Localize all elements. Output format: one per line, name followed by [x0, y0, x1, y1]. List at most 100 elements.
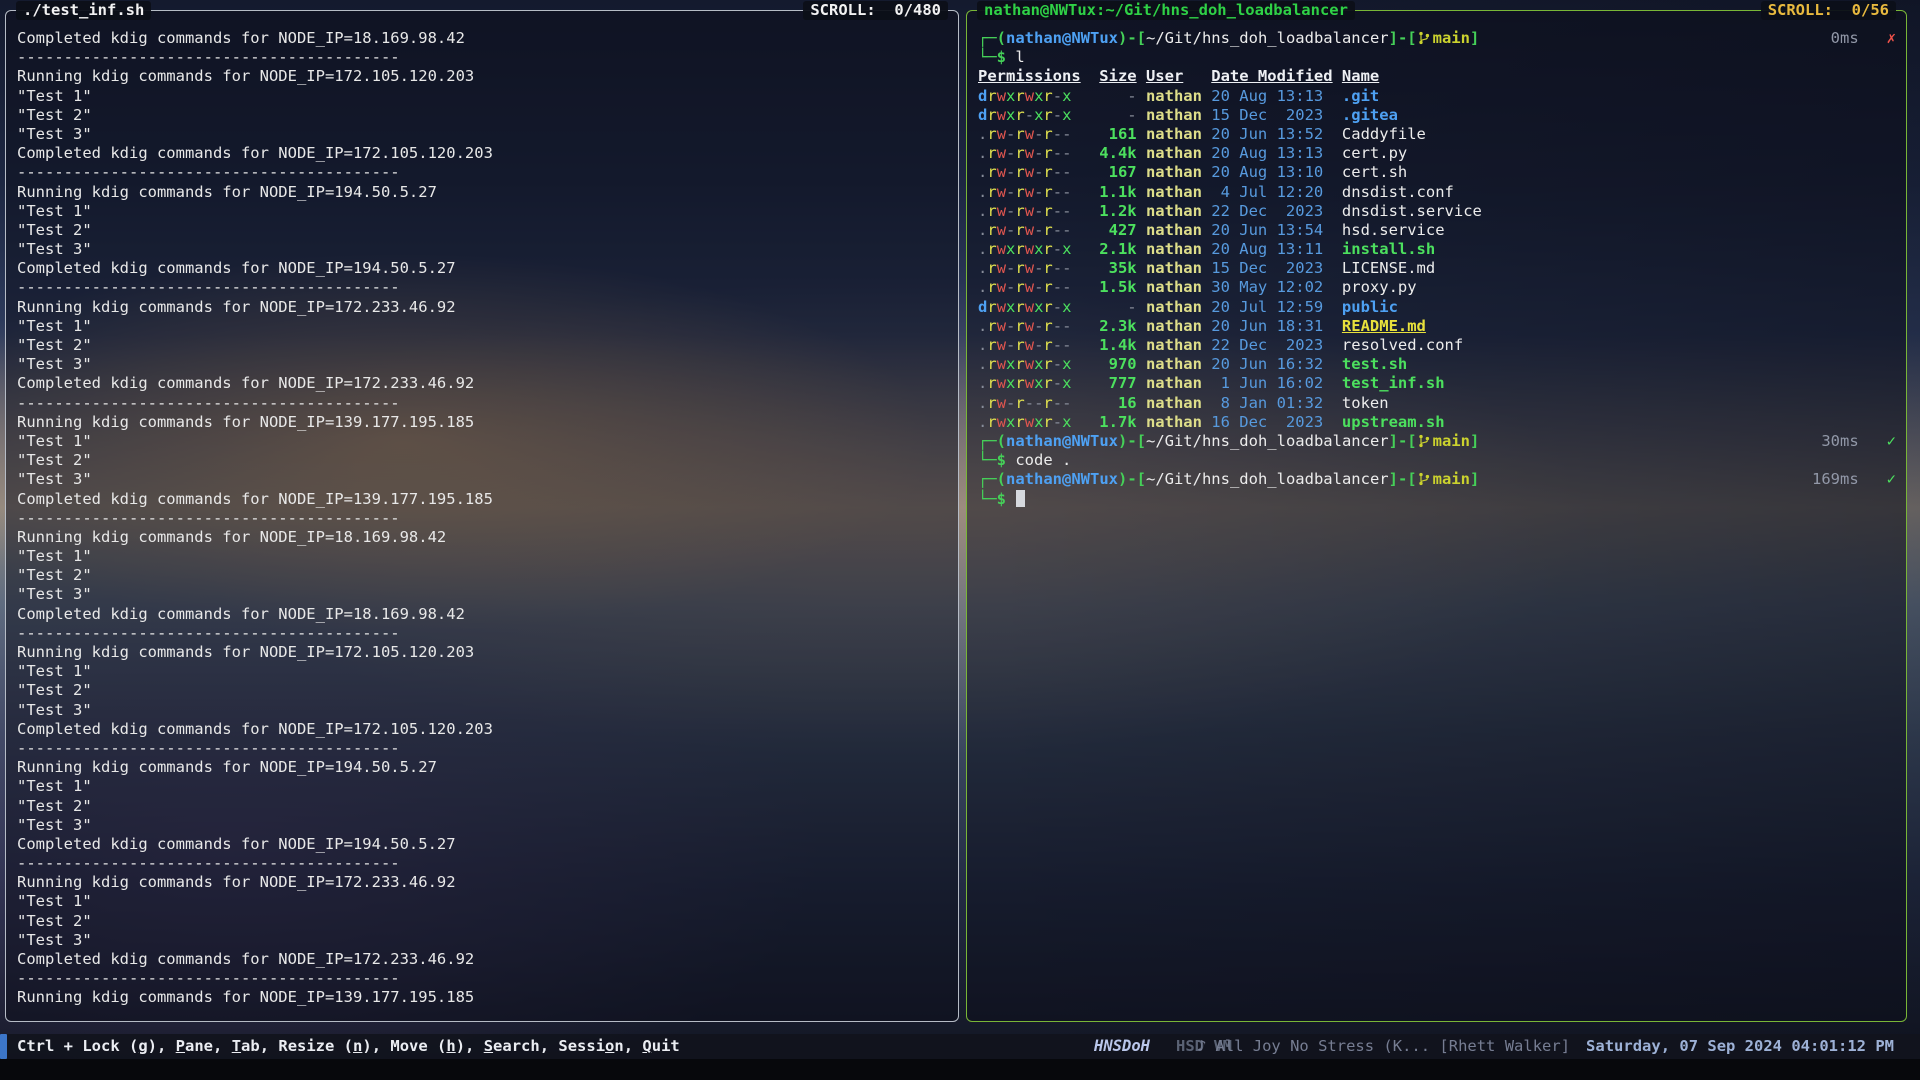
file-row: .rwxrwxr-x777nathan 1 Jun 16:02test_inf.…: [978, 374, 1896, 393]
file-date: 20 Aug 13:10: [1211, 163, 1332, 182]
file-date: 15 Dec 2023: [1211, 106, 1332, 125]
terminal-line: "Test 3": [17, 125, 948, 144]
file-size: 1.4k: [1090, 336, 1137, 355]
file-name: token: [1342, 394, 1896, 413]
scroll-value: 0/56: [1852, 1, 1889, 20]
file-owner: nathan: [1146, 163, 1202, 182]
hint-text: ab,: [241, 1037, 278, 1055]
prompt-frame: )-[: [1118, 470, 1146, 489]
file-name: Caddyfile: [1342, 125, 1896, 144]
hint-text: Lock (: [82, 1037, 138, 1055]
left-terminal-pane[interactable]: ./test_inf.sh SCROLL: 0/480 Completed kd…: [5, 10, 959, 1022]
column-header-permissions: Permissions: [978, 67, 1081, 86]
terminal-line: Completed kdig commands for NODE_IP=172.…: [17, 144, 948, 163]
terminal-line: "Test 2": [17, 681, 948, 700]
terminal-line: "Test 3": [17, 240, 948, 259]
column-header-size: Size: [1090, 67, 1137, 86]
right-scroll-indicator: SCROLL: 0/56: [1761, 1, 1896, 20]
success-icon: ✓: [1887, 470, 1896, 489]
prompt-line: ┌─(nathan@NWTux)-[~/Git/hns_doh_loadbala…: [978, 470, 1896, 489]
file-owner: nathan: [1146, 413, 1202, 432]
terminal-line: Running kdig commands for NODE_IP=194.50…: [17, 758, 948, 777]
terminal-line: Completed kdig commands for NODE_IP=194.…: [17, 835, 948, 854]
file-name: cert.sh: [1342, 163, 1896, 182]
prompt-git-branch: main: [1433, 29, 1470, 48]
file-listing: PermissionsSizeUserDate ModifiedNamedrwx…: [978, 67, 1896, 432]
terminal-line: ----------------------------------------…: [17, 278, 948, 297]
hint-key-letter: P: [176, 1037, 185, 1055]
file-permissions: .rw-r--r--: [978, 394, 1081, 413]
clock: Saturday, 07 Sep 2024 04:01:12 PM: [1586, 1037, 1894, 1056]
file-permissions: .rw-rw-r--: [978, 163, 1081, 182]
file-row: .rw-rw-r--1.2knathan22 Dec 2023dnsdist.s…: [978, 202, 1896, 221]
hint-key-letter: n: [353, 1037, 362, 1055]
hint-text: ),: [456, 1037, 484, 1055]
file-row: .rw-rw-r--1.5knathan30 May 12:02proxy.py: [978, 278, 1896, 297]
file-row: .rw-rw-r--1.4knathan22 Dec 2023resolved.…: [978, 336, 1896, 355]
file-row: .rw-rw-r--35knathan15 Dec 2023LICENSE.md: [978, 259, 1896, 278]
terminal-line: Running kdig commands for NODE_IP=139.17…: [17, 413, 948, 432]
right-pane-content: ┌─(nathan@NWTux)-[~/Git/hns_doh_loadbala…: [967, 11, 1906, 1021]
file-permissions: .rwxrwxr-x: [978, 355, 1081, 374]
file-permissions: .rwxrwxr-x: [978, 413, 1081, 432]
file-permissions: .rwxrwxr-x: [978, 374, 1081, 393]
file-row: drwxrwxr-x-nathan20 Aug 13:13.git: [978, 87, 1896, 106]
terminal-line: "Test 2": [17, 221, 948, 240]
file-date: 22 Dec 2023: [1211, 202, 1332, 221]
hint-text: Ctrl +: [17, 1037, 82, 1055]
left-pane-title-text: ./test_inf.sh: [23, 1, 144, 20]
prompt-frame: ]-[: [1389, 29, 1417, 48]
terminal-line: Completed kdig commands for NODE_IP=172.…: [17, 720, 948, 739]
right-terminal-pane[interactable]: nathan@NWTux:~/Git/hns_doh_loadbalancer …: [966, 10, 1907, 1022]
file-row: .rw-rw-r--1.1knathan 4 Jul 12:20dnsdist.…: [978, 183, 1896, 202]
terminal-line: Running kdig commands for NODE_IP=18.169…: [17, 528, 948, 547]
terminal-line: "Test 3": [17, 585, 948, 604]
file-row: .rwxrwxr-x2.1knathan20 Aug 13:11install.…: [978, 240, 1896, 259]
hint-text: Sessi: [558, 1037, 605, 1055]
terminal-line: ----------------------------------------…: [17, 48, 948, 67]
right-pane-title-text: nathan@NWTux:~/Git/hns_doh_loadbalancer: [984, 1, 1348, 20]
error-icon: ✗: [1887, 29, 1896, 48]
screen-bottom-edge: [0, 1059, 1920, 1080]
command-duration: 30ms: [1821, 432, 1858, 451]
prompt-frame: ]: [1470, 432, 1479, 451]
prompt-frame: ]: [1470, 29, 1479, 48]
hint-text: ane,: [185, 1037, 232, 1055]
hint-text: uit: [652, 1037, 680, 1055]
file-permissions: .rw-rw-r--: [978, 336, 1081, 355]
hint-text: ),: [362, 1037, 390, 1055]
file-row: .rw-rw-r--2.3knathan20 Jun 18:31README.m…: [978, 317, 1896, 336]
mode-indicator: [0, 1034, 7, 1059]
file-name: README.md: [1342, 317, 1896, 336]
file-date: 8 Jan 01:32: [1211, 394, 1332, 413]
file-row: .rw-rw-r--4.4knathan20 Aug 13:13cert.py: [978, 144, 1896, 163]
terminal-line: ----------------------------------------…: [17, 969, 948, 988]
file-permissions: .rw-rw-r--: [978, 125, 1081, 144]
terminal-line: "Test 2": [17, 451, 948, 470]
terminal-line: ----------------------------------------…: [17, 739, 948, 758]
hint-key-letter: T: [232, 1037, 241, 1055]
file-owner: nathan: [1146, 125, 1202, 144]
file-owner: nathan: [1146, 87, 1202, 106]
terminal-line: Completed kdig commands for NODE_IP=139.…: [17, 490, 948, 509]
file-row: .rw-rw-r--427nathan20 Jun 13:54hsd.servi…: [978, 221, 1896, 240]
file-owner: nathan: [1146, 240, 1202, 259]
prompt-frame: ]-[: [1389, 432, 1417, 451]
now-playing: ♪All Joy No Stress (K... [Rhett Walker]: [1197, 1037, 1570, 1056]
prompt-path: ~/Git/hns_doh_loadbalancer: [1146, 432, 1389, 451]
terminal-line: "Test 3": [17, 470, 948, 489]
terminal-line: Running kdig commands for NODE_IP=139.17…: [17, 988, 948, 1007]
file-owner: nathan: [1146, 221, 1202, 240]
prompt-frame: ┌─(: [978, 29, 1006, 48]
file-row: .rwxrwxr-x1.7knathan16 Dec 2023upstream.…: [978, 413, 1896, 432]
command-text: code .: [1015, 451, 1071, 469]
prompt-path: ~/Git/hns_doh_loadbalancer: [1146, 470, 1389, 489]
column-header-date-modified: Date Modified: [1211, 67, 1332, 86]
prompt-user-host: nathan@NWTux: [1006, 29, 1118, 48]
file-permissions: .rw-rw-r--: [978, 317, 1081, 336]
hint-text: earch,: [493, 1037, 558, 1055]
file-owner: nathan: [1146, 355, 1202, 374]
file-permissions: .rw-rw-r--: [978, 259, 1081, 278]
file-permissions: drwxrwxr-x: [978, 87, 1081, 106]
prompt-user-host: nathan@NWTux: [1006, 470, 1118, 489]
